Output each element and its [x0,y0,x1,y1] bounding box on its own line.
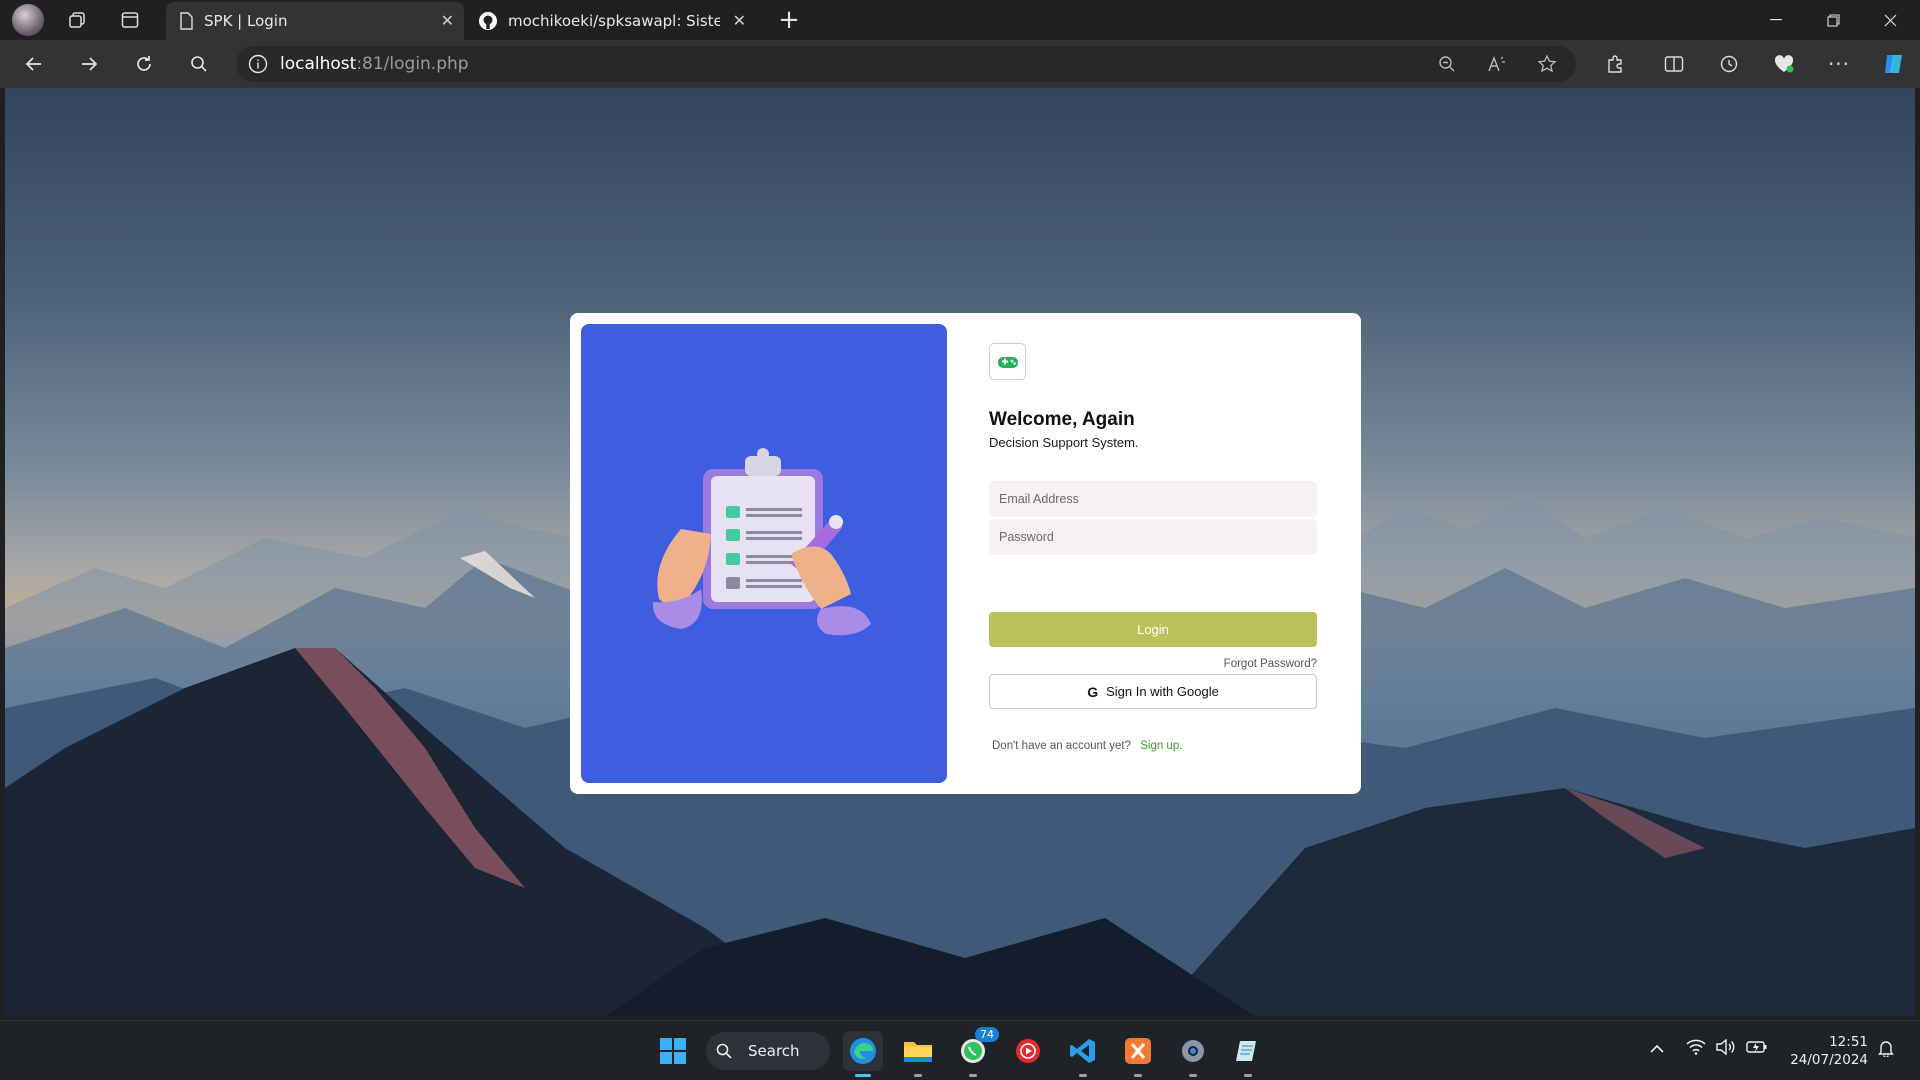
windows-start-icon[interactable] [653,1031,693,1071]
password-field[interactable] [989,519,1317,555]
notification-badge: 74 [975,1027,999,1042]
clipboard-checklist-illustration [652,448,871,636]
volume-icon[interactable] [1716,1038,1736,1059]
favorite-star-icon[interactable] [1529,48,1565,80]
restore-icon[interactable] [1805,0,1861,40]
running-indicator [1244,1074,1252,1077]
welcome-heading: Welcome, Again [989,409,1135,430]
new-tab-button[interactable]: + [774,5,804,35]
forgot-password-link[interactable]: Forgot Password? [1224,658,1317,670]
subtitle-text: Decision Support System. [989,435,1139,450]
search-icon[interactable] [181,48,217,80]
settings-icon[interactable] [1173,1031,1213,1077]
tab-spk-login[interactable]: SPK | Login ✕ [166,2,464,40]
site-info-icon[interactable] [236,54,280,74]
clock-time: 12:51 [1829,1034,1868,1050]
close-tab-icon[interactable]: ✕ [441,11,454,30]
url-host: localhost [280,54,357,74]
running-indicator [969,1074,977,1077]
browser-essentials-icon[interactable] [1766,48,1802,80]
browser-tab-bar: SPK | Login ✕ mochikoeki/spksawapl: Sist… [0,0,1920,40]
profile-avatar[interactable] [12,4,44,36]
login-form: Welcome, Again Decision Support System. … [989,313,1329,794]
close-tab-icon[interactable]: ✕ [733,11,746,30]
xampp-icon[interactable] [1118,1031,1158,1077]
minimize-icon[interactable] [1748,0,1804,40]
tab-title: mochikoeki/spksawapl: Sistem Pe [508,12,720,30]
system-clock[interactable]: 12:51 24/07/2024 [1784,1033,1868,1069]
url-path: :81/login.php [356,54,469,74]
more-options-icon[interactable]: ··· [1821,48,1857,80]
file-explorer-icon[interactable] [898,1031,938,1077]
notification-bell-icon[interactable] [1878,1039,1894,1061]
split-screen-icon[interactable] [1656,48,1692,80]
github-icon [479,12,497,30]
tab-title: SPK | Login [204,12,288,30]
vertical-tabs-icon[interactable] [115,6,145,34]
running-indicator [1079,1074,1087,1077]
edge-taskbar-icon[interactable] [843,1031,883,1077]
show-hidden-icons-chevron-icon[interactable] [1650,1039,1664,1058]
running-indicator [914,1074,922,1077]
active-indicator [855,1074,871,1077]
running-indicator [1134,1074,1142,1077]
signup-link[interactable]: Sign up. [1140,740,1182,752]
running-indicator [1189,1074,1197,1077]
tab-github[interactable]: mochikoeki/spksawapl: Sistem Pe ✕ [466,2,756,40]
clock-date: 24/07/2024 [1790,1052,1868,1068]
google-signin-button[interactable]: G Sign In with Google [989,674,1317,709]
extensions-icon[interactable] [1597,48,1633,80]
read-aloud-icon[interactable] [1479,48,1515,80]
history-icon[interactable] [1711,48,1747,80]
workspaces-icon[interactable] [62,6,92,34]
zoom-out-icon[interactable] [1429,48,1465,80]
gamepad-logo-icon [989,343,1026,380]
signup-row: Don't have an account yet? Sign up. [992,740,1182,752]
battery-charging-icon[interactable] [1746,1039,1768,1059]
search-icon [716,1043,732,1059]
close-window-icon[interactable] [1862,0,1918,40]
taskbar-search[interactable]: Search [706,1032,830,1070]
address-bar[interactable]: localhost:81/login.php [236,46,1576,82]
vscode-icon[interactable] [1063,1031,1103,1077]
google-icon: G [1087,683,1099,700]
illustration-panel [581,324,947,783]
copilot-icon[interactable] [1876,48,1912,80]
google-signin-label: Sign In with Google [1106,684,1219,699]
youtube-music-icon[interactable] [1008,1031,1048,1071]
wifi-icon[interactable] [1686,1039,1706,1059]
page-icon [180,12,193,30]
whatsapp-icon[interactable]: 74 [953,1027,999,1077]
back-icon[interactable] [16,48,52,80]
page-viewport: Welcome, Again Decision Support System. … [5,88,1915,1016]
email-field[interactable] [989,481,1317,517]
login-button[interactable]: Login [989,612,1317,647]
refresh-icon[interactable] [126,48,162,80]
login-card: Welcome, Again Decision Support System. … [570,313,1361,794]
search-label: Search [748,1042,800,1060]
forward-icon[interactable] [71,48,107,80]
notepad-icon[interactable] [1228,1031,1268,1077]
browser-toolbar: localhost:81/login.php ··· [0,40,1920,88]
signup-prompt: Don't have an account yet? [992,740,1132,752]
windows-taskbar: Search 74 12:51 24/07/2024 [0,1020,1920,1080]
